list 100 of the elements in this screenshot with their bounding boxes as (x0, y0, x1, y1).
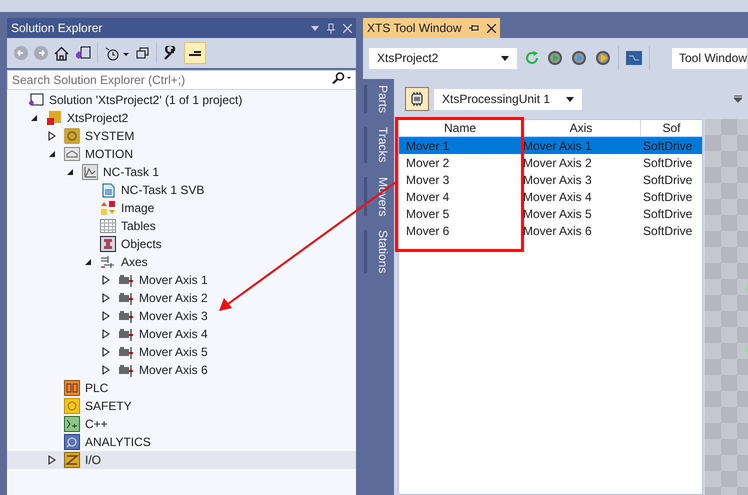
collapsed-arrow-icon[interactable] (102, 329, 110, 339)
tree-item[interactable]: Objects (7, 235, 356, 253)
table-cell-text: Mover Axis 4 (522, 188, 593, 205)
table-row[interactable]: Mover 6 Mover Axis 6 SoftDrive (399, 222, 702, 239)
table-row[interactable]: Mover 2 Mover Axis 2 SoftDrive (399, 154, 702, 171)
tree-item[interactable]: XtsProject2 (7, 109, 356, 127)
table-row[interactable]: Mover 1 Mover Axis 1 SoftDrive (399, 137, 702, 154)
overflow-icon[interactable] (734, 95, 742, 103)
tree-item[interactable]: Tables (7, 217, 356, 235)
table-cell-text: Mover 5 (405, 206, 450, 222)
table-cell-text: Mover Axis 6 (522, 222, 593, 239)
tree-item[interactable]: Mover Axis 1 (7, 271, 356, 289)
side-tab[interactable]: Movers (364, 176, 394, 216)
home-icon[interactable] (54, 46, 69, 60)
collapsed-arrow-icon[interactable] (102, 365, 110, 375)
expanded-arrow-icon[interactable] (30, 114, 38, 122)
axis-icon (118, 290, 134, 306)
objects-icon (100, 236, 116, 252)
table-cell-text: Mover 3 (405, 172, 450, 188)
tree-item[interactable]: PLC (7, 379, 356, 397)
tree-item[interactable]: Mover Axis 5 (7, 343, 356, 361)
motion-icon (64, 146, 80, 162)
expanded-arrow-icon[interactable] (48, 150, 56, 158)
collapsed-arrow-icon[interactable] (102, 293, 110, 303)
project-dropdown[interactable]: XtsProject2 (368, 46, 518, 70)
table-cell-text: Mover Axis 5 (522, 206, 593, 222)
axis-icon (118, 326, 134, 342)
tree-item[interactable]: I/O (7, 451, 356, 469)
expanded-arrow-icon[interactable] (84, 258, 92, 266)
caret-icon (501, 56, 509, 60)
tree-item[interactable]: Mover Axis 4 (7, 325, 356, 343)
tree-item[interactable]: Axes (7, 253, 356, 271)
side-tab[interactable]: Tracks (364, 127, 394, 163)
gear-play-icon[interactable] (570, 49, 588, 67)
dropdown-icon[interactable] (311, 26, 319, 30)
project-icon (46, 110, 62, 126)
toggle-button[interactable] (184, 42, 206, 64)
unit-button[interactable] (405, 87, 429, 111)
tree-item[interactable]: Solution 'XtsProject2' (1 of 1 project) (7, 91, 356, 109)
unit-dropdown[interactable]: XtsProcessingUnit 1 (433, 88, 583, 110)
search-icon[interactable] (332, 72, 352, 84)
solution-icon[interactable] (75, 46, 91, 60)
gear-icon (64, 128, 80, 144)
table-cell-text: Mover 1 (405, 138, 450, 154)
panel-title: Solution Explorer (11, 20, 102, 37)
table-row[interactable]: Mover 4 Mover Axis 4 SoftDrive (399, 188, 702, 205)
tree-item[interactable]: C++ (7, 415, 356, 433)
io-icon (64, 452, 80, 468)
side-tab[interactable]: Parts (364, 85, 394, 114)
monitor-icon[interactable] (625, 50, 643, 66)
windows-icon[interactable] (136, 46, 150, 60)
tree-item[interactable]: SAFETY (7, 397, 356, 415)
tree-item[interactable]: Image (7, 199, 356, 217)
table-row[interactable]: Mover 5 Mover Axis 5 SoftDrive (399, 205, 702, 222)
tree-item[interactable]: Mover Axis 2 (7, 289, 356, 307)
gear-play-icon[interactable] (594, 49, 612, 67)
table-cell-text: SoftDrive (642, 222, 694, 239)
table-cell-text: Mover 4 (405, 188, 450, 205)
history-icon[interactable] (104, 46, 130, 60)
gear-play-icon[interactable] (546, 49, 564, 67)
tree-item[interactable]: Mover Axis 3 (7, 307, 356, 325)
document-tab[interactable]: XTS Tool Window (363, 18, 500, 38)
table-cell-text: Mover Axis 2 (522, 154, 593, 171)
table-icon (100, 218, 116, 234)
axes-icon (100, 254, 116, 270)
search-field[interactable]: Search Solution Explorer (Ctrl+;) (7, 70, 356, 90)
table-row[interactable]: Mover 3 Mover Axis 3 SoftDrive (399, 171, 702, 188)
tree-item[interactable]: SYSTEM (7, 127, 356, 145)
pin-icon[interactable] (469, 24, 480, 32)
collapsed-arrow-icon[interactable] (102, 347, 110, 357)
tree-item[interactable]: ANALYTICS (7, 433, 356, 451)
tree-item[interactable]: NC-Task 1 SVB (7, 181, 356, 199)
axis-icon (118, 344, 134, 360)
analytics-icon (64, 434, 80, 450)
table-cell-text: Mover 6 (405, 222, 450, 239)
table-cell-text: SoftDrive (642, 206, 694, 222)
collapsed-arrow-icon[interactable] (48, 131, 56, 141)
collapsed-arrow-icon[interactable] (48, 455, 56, 465)
table-cell-text: Mover Axis 3 (522, 172, 593, 188)
column-header[interactable]: Name (399, 120, 522, 136)
plc-icon (64, 380, 80, 396)
axis-icon (118, 308, 134, 324)
column-header[interactable]: Sof (641, 120, 702, 136)
collapsed-arrow-icon[interactable] (102, 311, 110, 321)
table-cell-text: Mover Axis 1 (522, 138, 593, 154)
close-icon[interactable] (487, 24, 496, 32)
image-icon (100, 200, 116, 216)
wrench-icon[interactable] (163, 46, 178, 60)
tree-item[interactable]: NC-Task 1 (7, 163, 356, 181)
expanded-arrow-icon[interactable] (66, 168, 74, 176)
column-header[interactable]: Axis (522, 120, 641, 136)
collapsed-arrow-icon[interactable] (102, 275, 110, 285)
tree-item[interactable]: Mover Axis 6 (7, 361, 356, 379)
side-tab[interactable]: Stations (364, 230, 394, 274)
axis-icon (118, 362, 134, 378)
table-cell-text: SoftDrive (642, 172, 694, 188)
table-cell-text: Mover 2 (405, 154, 450, 171)
tree-item[interactable]: MOTION (7, 145, 356, 163)
view-dropdown[interactable]: Tool Window (670, 46, 748, 70)
document-icon (100, 182, 116, 198)
